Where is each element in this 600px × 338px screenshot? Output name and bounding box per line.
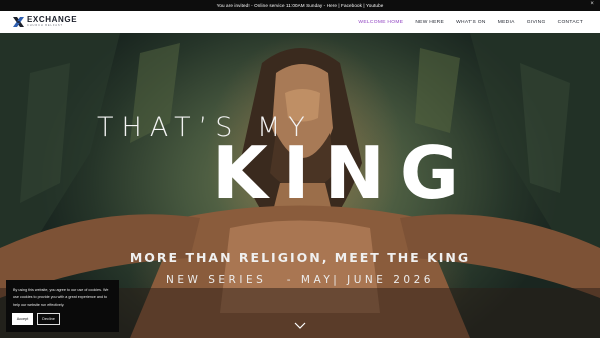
- decline-button[interactable]: Decline: [37, 313, 60, 325]
- cookie-buttons: Accept Decline: [12, 313, 60, 325]
- logo-text: EXCHANGE CHURCH BELFAST: [27, 16, 77, 28]
- hero-title-line-2: KING: [212, 131, 474, 215]
- logo[interactable]: EXCHANGE CHURCH BELFAST: [12, 16, 77, 28]
- chevron-down-icon[interactable]: [294, 322, 306, 330]
- close-icon[interactable]: ×: [590, 1, 594, 7]
- nav-new-here[interactable]: NEW HERE: [409, 20, 450, 25]
- cookie-banner: By using this website, you agree to our …: [6, 280, 119, 332]
- announcement-bar: You are invited! - Online service 11:00A…: [0, 0, 600, 11]
- brand-subtitle: CHURCH BELFAST: [27, 24, 63, 28]
- exchange-logo-icon: [13, 17, 24, 27]
- announcement-text[interactable]: You are invited! - Online service 11:00A…: [217, 3, 384, 8]
- nav-contact[interactable]: CONTACT: [552, 20, 589, 25]
- brand-name: EXCHANGE: [27, 15, 78, 25]
- nav-giving[interactable]: GIVING: [521, 20, 552, 25]
- accept-button[interactable]: Accept: [12, 313, 33, 325]
- nav-whats-on[interactable]: WHAT'S ON: [450, 20, 492, 25]
- site-header: EXCHANGE CHURCH BELFAST WELCOME HOME NEW…: [0, 11, 600, 33]
- nav-welcome-home[interactable]: WELCOME HOME: [352, 20, 409, 25]
- nav-media[interactable]: MEDIA: [492, 20, 521, 25]
- hero-subtitle: MORE THAN RELIGION, MEET THE KING: [129, 250, 471, 265]
- main-nav: WELCOME HOME NEW HERE WHAT'S ON MEDIA GI…: [352, 20, 589, 25]
- cookie-text: By using this website, you agree to our …: [13, 288, 109, 307]
